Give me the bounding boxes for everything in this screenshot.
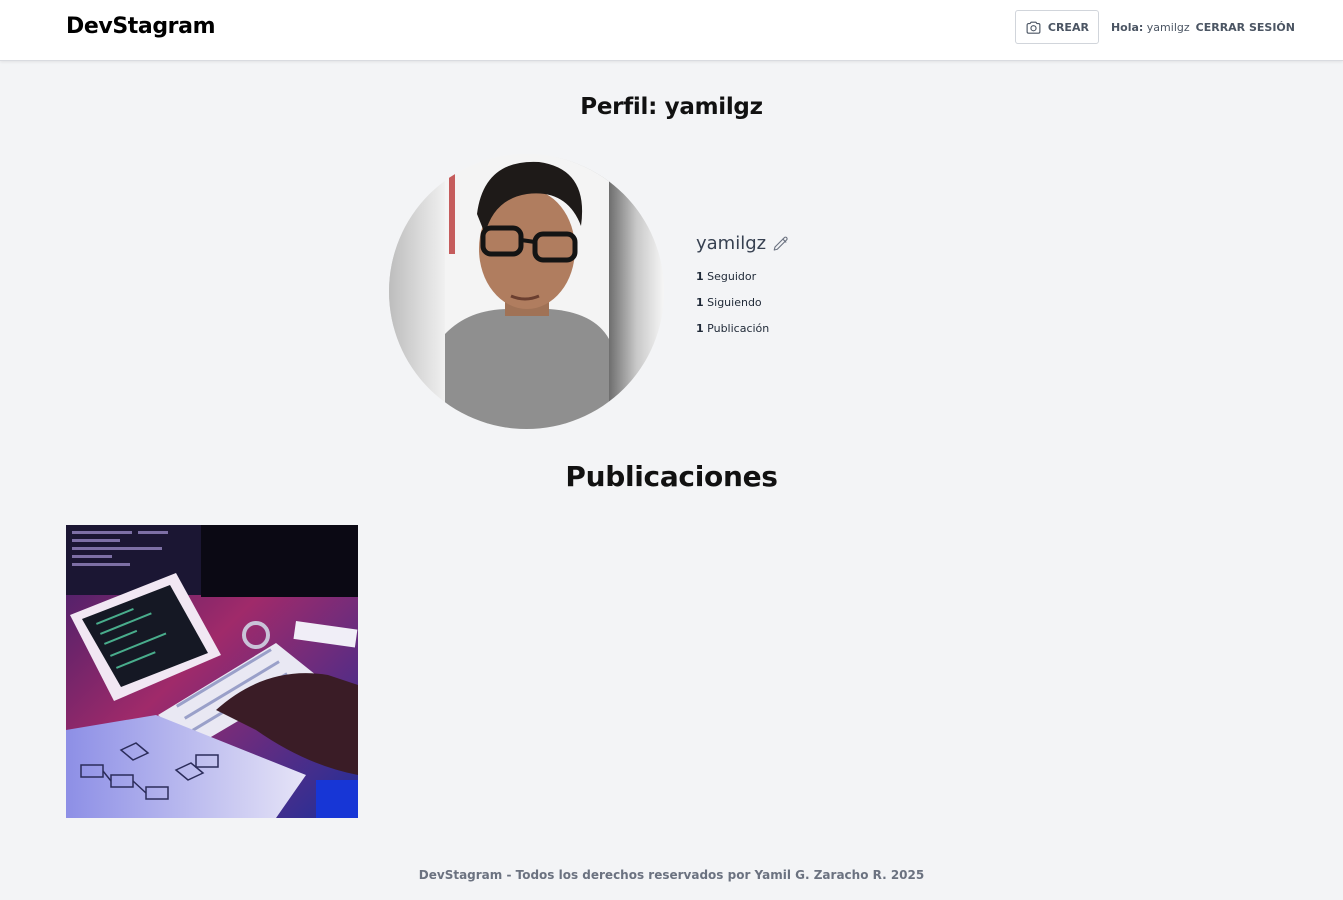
post-thumbnail[interactable]: [66, 525, 358, 818]
camera-icon: [1026, 21, 1041, 34]
followers-count: 1: [696, 270, 704, 283]
site-footer: DevStagram - Todos los derechos reservad…: [418, 868, 925, 882]
following-label: Siguiendo: [707, 296, 762, 309]
profile-username: yamilgz: [696, 233, 767, 254]
posts-label: Publicación: [707, 322, 770, 335]
brand-logo-link[interactable]: DevStagram: [66, 14, 216, 39]
greeting-username: yamilgz: [1146, 20, 1190, 34]
posts-stat: 1 Publicación: [696, 322, 790, 335]
following-count: 1: [696, 296, 704, 309]
avatar-photo: [389, 154, 664, 429]
posts-section-title: Publicaciones: [565, 460, 778, 493]
greeting-label: Hola:: [1110, 20, 1144, 34]
post-image: [66, 525, 358, 818]
profile-avatar: [389, 154, 664, 429]
user-nav: CREAR Hola: yamilgz CERRAR SESIÓN: [1014, 10, 1295, 44]
pencil-icon[interactable]: [772, 235, 790, 253]
top-nav-bar: DevStagram CREAR Hola: yamilgz CERRAR SE…: [0, 0, 1343, 61]
posts-count: 1: [696, 322, 704, 335]
followers-stat: 1 Seguidor: [696, 270, 790, 283]
following-stat: 1 Siguiendo: [696, 296, 790, 309]
logout-button[interactable]: CERRAR SESIÓN: [1196, 21, 1295, 34]
page-title: Perfil: yamilgz: [580, 94, 763, 120]
profile-info: yamilgz 1 Seguidor 1 Siguiendo 1 Publica…: [696, 233, 790, 335]
create-post-button[interactable]: CREAR: [1014, 10, 1099, 44]
greeting: Hola: yamilgz: [1111, 21, 1190, 34]
create-post-label: CREAR: [1047, 20, 1089, 34]
username-row: yamilgz: [696, 233, 790, 254]
followers-label: Seguidor: [707, 270, 757, 283]
